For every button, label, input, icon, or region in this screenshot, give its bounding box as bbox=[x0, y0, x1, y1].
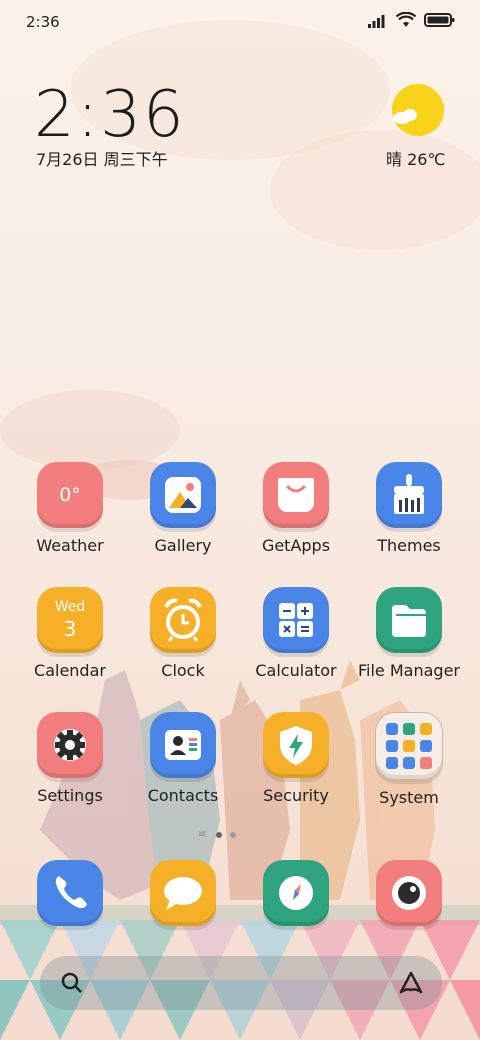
folder-icon bbox=[375, 712, 443, 780]
weather-condition: 晴 26℃ bbox=[386, 150, 446, 169]
themes-icon bbox=[376, 462, 442, 528]
calendar-date: 3 bbox=[63, 617, 77, 641]
status-bar: 2:36 bbox=[0, 0, 480, 44]
assistant-icon[interactable] bbox=[398, 970, 424, 1000]
app-security[interactable]: Security bbox=[241, 712, 351, 805]
sun-cloud-icon[interactable] bbox=[390, 84, 444, 138]
battery-icon bbox=[424, 12, 456, 32]
clock-icon bbox=[150, 587, 216, 653]
weather-temp: 0° bbox=[59, 484, 81, 506]
page-dot-active[interactable] bbox=[216, 832, 222, 838]
app-label: File Manager bbox=[358, 661, 460, 680]
app-label: System bbox=[379, 788, 439, 807]
folder-icon bbox=[376, 587, 442, 653]
clock-widget-time[interactable]: 2:36 bbox=[34, 78, 186, 152]
app-label: Security bbox=[263, 786, 329, 805]
camera-icon[interactable] bbox=[376, 860, 442, 926]
app-clock[interactable]: Clock bbox=[128, 587, 238, 680]
settings-icon bbox=[37, 712, 103, 778]
page-dot[interactable] bbox=[230, 832, 236, 838]
app-file-manager[interactable]: File Manager bbox=[354, 587, 464, 680]
contacts-icon bbox=[150, 712, 216, 778]
getapps-icon bbox=[263, 462, 329, 528]
app-themes[interactable]: Themes bbox=[354, 462, 464, 555]
calendar-day: Wed bbox=[54, 599, 86, 615]
app-getapps[interactable]: GetApps bbox=[241, 462, 351, 555]
calculator-icon bbox=[263, 587, 329, 653]
app-contacts[interactable]: Contacts bbox=[128, 712, 238, 805]
signal-icon bbox=[368, 13, 388, 32]
app-system-folder[interactable]: System bbox=[354, 712, 464, 807]
app-weather[interactable]: 0° Weather bbox=[15, 462, 125, 555]
app-label: Themes bbox=[377, 536, 441, 555]
status-time: 2:36 bbox=[26, 13, 60, 31]
clock-widget-date: 7月26日 周三下午 bbox=[36, 150, 168, 169]
app-settings[interactable]: Settings bbox=[15, 712, 125, 805]
app-label: Calculator bbox=[255, 661, 337, 680]
phone-icon[interactable] bbox=[37, 860, 103, 926]
app-label: GetApps bbox=[261, 536, 331, 555]
app-calculator[interactable]: Calculator bbox=[241, 587, 351, 680]
app-label: Settings bbox=[37, 786, 103, 805]
app-label: Contacts bbox=[147, 786, 219, 805]
app-calendar[interactable]: Wed 3 Calendar bbox=[15, 587, 125, 680]
messages-icon[interactable] bbox=[150, 860, 216, 926]
wifi-icon bbox=[395, 11, 417, 32]
app-drawer-icon[interactable]: ≡ bbox=[198, 830, 208, 840]
app-label: Weather bbox=[36, 536, 104, 555]
security-icon bbox=[263, 712, 329, 778]
app-gallery[interactable]: Gallery bbox=[128, 462, 238, 555]
calendar-icon: Wed 3 bbox=[37, 587, 103, 653]
app-label: Gallery bbox=[154, 536, 212, 555]
gallery-icon bbox=[150, 462, 216, 528]
search-bar[interactable] bbox=[40, 956, 442, 1010]
app-label: Calendar bbox=[34, 661, 106, 680]
browser-icon[interactable] bbox=[263, 860, 329, 926]
app-label: Clock bbox=[161, 661, 205, 680]
page-indicator[interactable]: ≡ bbox=[198, 830, 236, 840]
search-icon[interactable] bbox=[60, 971, 84, 999]
weather-icon: 0° bbox=[37, 462, 103, 528]
